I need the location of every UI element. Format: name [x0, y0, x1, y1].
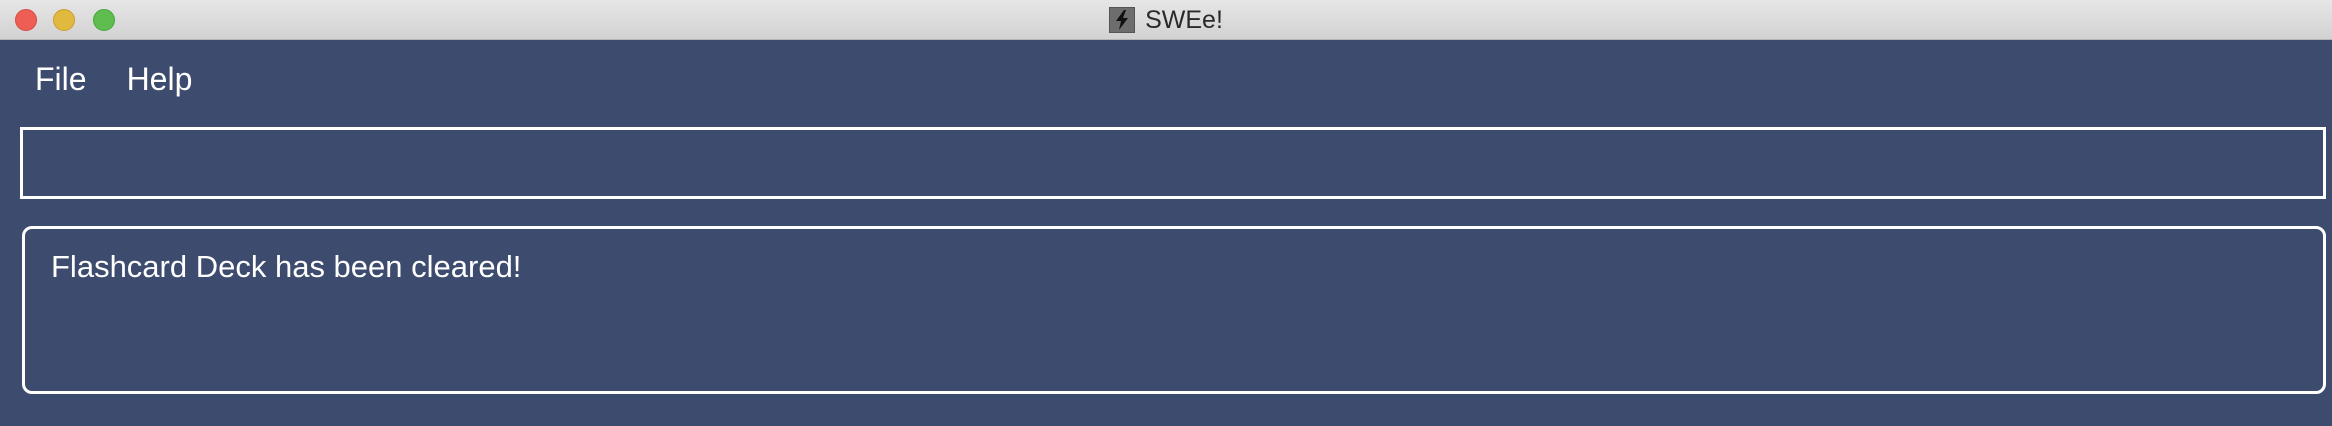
menu-file[interactable]: File — [35, 61, 87, 98]
window-title: SWEe! — [1145, 5, 1223, 34]
lightning-bolt-icon — [1109, 7, 1136, 33]
result-display: Flashcard Deck has been cleared! — [22, 226, 2326, 394]
menu-help[interactable]: Help — [127, 61, 193, 98]
menu-bar: File Help — [0, 40, 2332, 118]
command-box — [20, 127, 2326, 199]
app-window: SWEe! File Help Flashcard Deck has been … — [0, 0, 2332, 426]
title-bar[interactable]: SWEe! — [0, 0, 2332, 40]
command-input[interactable] — [23, 130, 2323, 196]
result-message: Flashcard Deck has been cleared! — [51, 249, 522, 284]
title-group: SWEe! — [0, 0, 2332, 40]
